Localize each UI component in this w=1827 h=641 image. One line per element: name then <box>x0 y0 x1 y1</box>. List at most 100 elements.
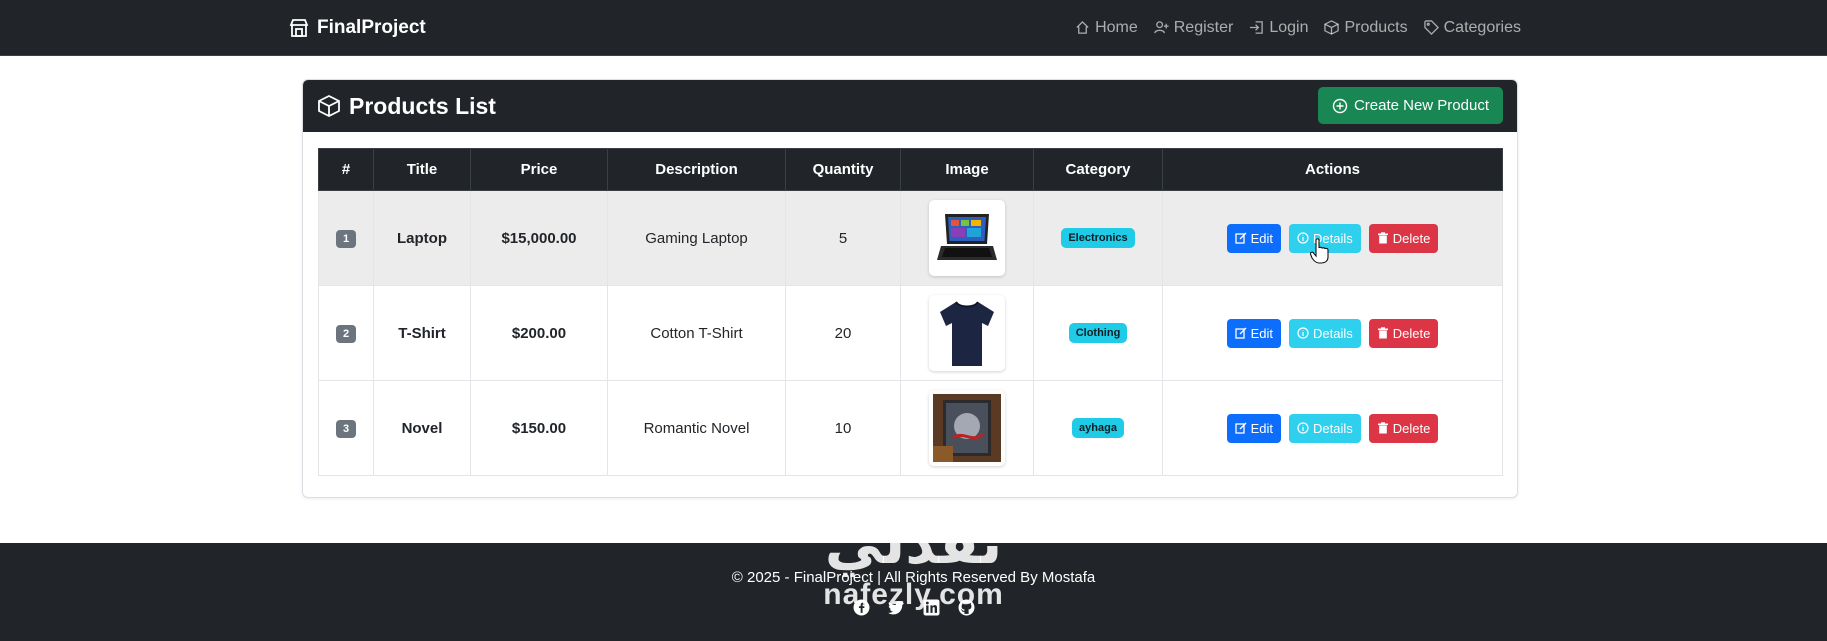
delete-label: Delete <box>1392 230 1431 246</box>
nav-categories-label: Categories <box>1443 18 1521 36</box>
page-title: Products List <box>317 80 496 132</box>
products-card: Products List Create New Product # Title… <box>302 79 1518 498</box>
footer: © 2025 - FinalProject | All Rights Reser… <box>0 543 1827 641</box>
index-cell: 1 <box>318 190 374 286</box>
nav-login[interactable]: Login <box>1249 19 1308 37</box>
details-button[interactable]: Details <box>1289 318 1361 348</box>
create-product-button[interactable]: Create New Product <box>1317 87 1503 124</box>
title-cell: T-Shirt <box>373 285 471 381</box>
user-plus-icon <box>1154 21 1169 34</box>
tag-icon <box>1423 20 1439 35</box>
details-button[interactable]: Details <box>1289 413 1361 443</box>
quantity-cell: 20 <box>785 285 901 381</box>
trash-icon <box>1377 327 1388 339</box>
index-badge: 3 <box>335 419 357 438</box>
social-links <box>0 599 1827 616</box>
category-badge: Clothing <box>1068 323 1128 343</box>
table-header-row: # Title Price Description Quantity Image… <box>318 148 1503 191</box>
brand-text: FinalProject <box>317 16 426 38</box>
table-row: 3 Novel $150.00 Romantic Novel 10 ayhaga… <box>318 380 1503 476</box>
trash-icon <box>1377 232 1388 244</box>
table-row: 2 T-Shirt $200.00 Cotton T-Shirt 20 Clot… <box>318 285 1503 381</box>
column-header: # <box>318 148 374 191</box>
github-icon[interactable] <box>958 599 975 616</box>
edit-button[interactable]: Edit <box>1226 223 1282 253</box>
box-icon <box>1324 20 1340 35</box>
page-title-text: Products List <box>349 92 496 119</box>
column-header: Description <box>607 148 786 191</box>
column-header: Price <box>470 148 608 191</box>
column-header: Quantity <box>785 148 901 191</box>
house-icon <box>1076 20 1089 34</box>
info-icon <box>1297 422 1309 434</box>
edit-label: Edit <box>1250 420 1274 436</box>
delete-button[interactable]: Delete <box>1368 413 1439 443</box>
nav-categories[interactable]: Categories <box>1423 18 1521 37</box>
price-cell: $150.00 <box>470 380 608 476</box>
category-cell: Clothing <box>1033 285 1163 381</box>
delete-button[interactable]: Delete <box>1368 223 1439 253</box>
actions-cell: Edit Details Delete <box>1162 380 1503 476</box>
category-cell: Electronics <box>1033 190 1163 286</box>
price-cell: $200.00 <box>470 285 608 381</box>
delete-button[interactable]: Delete <box>1368 318 1439 348</box>
laptop-image <box>937 214 997 260</box>
description-cell: Cotton T-Shirt <box>607 285 786 381</box>
image-cell <box>900 380 1034 476</box>
nav-register-label: Register <box>1173 18 1234 36</box>
actions-cell: Edit Details Delete <box>1162 190 1503 286</box>
details-label: Details <box>1313 325 1353 341</box>
twitter-icon[interactable] <box>887 599 905 616</box>
box-icon <box>318 94 340 118</box>
title-cell: Novel <box>373 380 471 476</box>
nav-login-label: Login <box>1269 18 1309 36</box>
edit-icon <box>1234 232 1247 244</box>
image-cell <box>900 190 1034 286</box>
column-header: Title <box>373 148 471 191</box>
navbar: FinalProject Home Register Login Product… <box>0 0 1827 56</box>
image-cell <box>900 285 1034 381</box>
plus-circle-icon <box>1332 98 1348 113</box>
nav-home-label: Home <box>1095 18 1138 36</box>
index-badge: 2 <box>335 324 357 343</box>
tshirt-image <box>940 301 994 366</box>
edit-icon <box>1234 327 1247 339</box>
brand-link[interactable]: FinalProject <box>289 0 426 55</box>
nav-links: Home Register Login Products Categories <box>1075 0 1521 55</box>
copyright-text: © 2025 - FinalProject | All Rights Reser… <box>731 569 1096 586</box>
title-cell: Laptop <box>373 190 471 286</box>
nav-products-label: Products <box>1344 18 1408 36</box>
facebook-icon[interactable] <box>853 599 870 616</box>
index-badge: 1 <box>335 229 357 248</box>
column-header: Actions <box>1162 148 1503 191</box>
edit-label: Edit <box>1250 325 1274 341</box>
info-icon <box>1297 232 1309 244</box>
description-cell: Gaming Laptop <box>607 190 786 286</box>
description-cell: Romantic Novel <box>607 380 786 476</box>
linkedin-icon[interactable] <box>923 599 940 616</box>
edit-button[interactable]: Edit <box>1226 318 1282 348</box>
edit-label: Edit <box>1250 230 1274 246</box>
book-image <box>933 394 1001 462</box>
category-badge: ayhaga <box>1072 418 1124 438</box>
actions-cell: Edit Details Delete <box>1162 285 1503 381</box>
product-image-laptop <box>929 200 1005 276</box>
edit-button[interactable]: Edit <box>1226 413 1282 443</box>
delete-label: Delete <box>1392 420 1431 436</box>
info-icon <box>1297 327 1309 339</box>
category-badge: Electronics <box>1061 228 1135 248</box>
category-cell: ayhaga <box>1033 380 1163 476</box>
product-image-tshirt <box>929 295 1005 371</box>
nav-products[interactable]: Products <box>1324 18 1408 37</box>
card-header: Products List Create New Product <box>303 80 1517 132</box>
create-product-label: Create New Product <box>1353 97 1489 114</box>
quantity-cell: 10 <box>785 380 901 476</box>
price-cell: $15,000.00 <box>470 190 608 286</box>
product-image-book <box>929 390 1005 466</box>
shop-icon <box>289 18 309 37</box>
details-label: Details <box>1313 420 1353 436</box>
nav-register[interactable]: Register <box>1154 18 1234 37</box>
nav-home[interactable]: Home <box>1075 19 1138 37</box>
trash-icon <box>1377 422 1388 434</box>
products-table: # Title Price Description Quantity Image… <box>318 148 1503 476</box>
